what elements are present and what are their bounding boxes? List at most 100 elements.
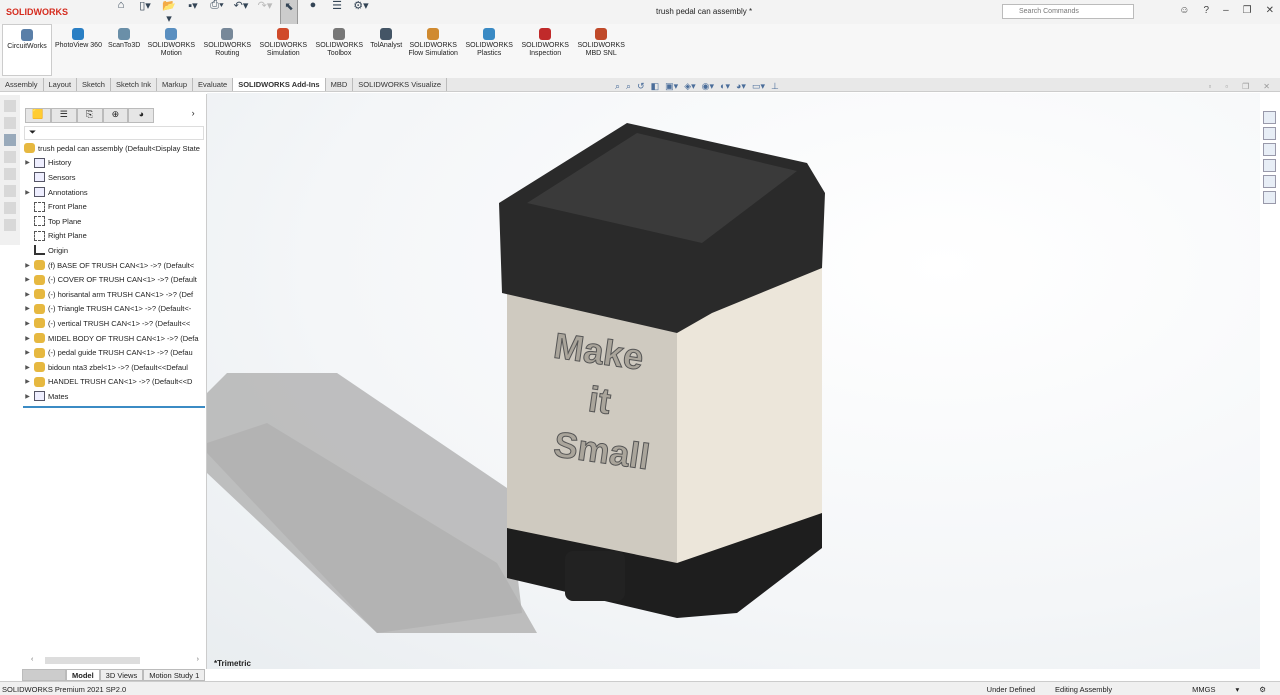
- close-button[interactable]: ✕: [1266, 5, 1274, 16]
- appearances-icon[interactable]: [1263, 175, 1276, 188]
- graphics-area[interactable]: Make it Small: [207, 93, 1260, 669]
- tab-scroll[interactable]: [22, 669, 66, 681]
- horizontal-scrollbar[interactable]: ‹ ›: [31, 656, 201, 664]
- tree-item[interactable]: ▶ MIDEL BODY OF TRUSH CAN<1> ->? (Defa: [21, 331, 206, 346]
- display-settings-icon[interactable]: ▭▾: [752, 81, 765, 92]
- tree-item[interactable]: ▶ (-) horisantal arm TRUSH CAN<1> ->? (De…: [21, 287, 206, 302]
- tree-item[interactable]: ▶ bidoun nta3 zbel<1> ->? (Default<<Defau…: [21, 360, 206, 375]
- user-icon[interactable]: ☺: [1179, 5, 1189, 16]
- expand-arrow-icon[interactable]: ▶: [21, 349, 34, 356]
- tree-item[interactable]: ▶ (-) pedal guide TRUSH CAN<1> ->? (Defau: [21, 345, 206, 360]
- tool-icon[interactable]: [4, 202, 16, 214]
- expand-arrow-icon[interactable]: ▶: [21, 378, 34, 385]
- ribbon-button[interactable]: SOLIDWORKS Flow Simulation: [405, 24, 461, 76]
- tool-icon[interactable]: [4, 117, 16, 129]
- home-icon[interactable]: ⌂: [112, 0, 130, 25]
- tree-item[interactable]: ▶ Mates: [21, 389, 206, 404]
- tab-mbd[interactable]: MBD: [326, 78, 354, 91]
- property-manager-tab[interactable]: ☰: [50, 108, 77, 123]
- solidworks-logo[interactable]: SOLIDWORKS: [0, 7, 90, 17]
- tool-icon[interactable]: [4, 219, 16, 231]
- previous-view-icon[interactable]: ↺: [637, 81, 645, 92]
- search-commands-input[interactable]: Search Commands: [1002, 4, 1134, 19]
- ribbon-button[interactable]: SOLIDWORKS Motion: [143, 24, 199, 76]
- minimize-button[interactable]: –: [1223, 5, 1229, 16]
- annotation-tool-icon[interactable]: [4, 134, 16, 146]
- units-dropdown-icon[interactable]: ▾: [1236, 685, 1240, 694]
- expand-arrow-icon[interactable]: ▶: [21, 393, 34, 400]
- view-settings-icon[interactable]: ⊥: [771, 81, 779, 92]
- custom-properties-icon[interactable]: [1263, 191, 1276, 204]
- undo-icon[interactable]: ↶▾: [232, 0, 250, 25]
- viewport-close-icon[interactable]: ✕: [1263, 82, 1270, 91]
- expand-arrow-icon[interactable]: ▶: [21, 159, 34, 166]
- tree-item[interactable]: ▶ History: [21, 156, 206, 171]
- tab-assembly[interactable]: Assembly: [0, 78, 44, 91]
- tab-layout[interactable]: Layout: [44, 78, 78, 91]
- tab-sketch-ink[interactable]: Sketch Ink: [111, 78, 158, 91]
- dimxpert-tab[interactable]: ⊕: [102, 108, 129, 123]
- viewport-maximize-icon[interactable]: ❐: [1242, 82, 1249, 91]
- design-library-icon[interactable]: [1263, 127, 1276, 140]
- tab-model[interactable]: Model: [66, 669, 100, 681]
- tree-item[interactable]: ▶ (-) vertical TRUSH CAN<1> ->? (Default<…: [21, 316, 206, 331]
- ribbon-button[interactable]: SOLIDWORKS Simulation: [255, 24, 311, 76]
- tree-item[interactable]: Front Plane: [21, 199, 206, 214]
- viewport-restore-icon[interactable]: ▫: [1208, 82, 1211, 91]
- tree-item[interactable]: ▶ (-) COVER OF TRUSH CAN<1> ->? (Default: [21, 272, 206, 287]
- expand-tabs-icon[interactable]: ›: [180, 108, 206, 123]
- print-icon[interactable]: ⎙▾: [208, 0, 226, 25]
- redo-icon[interactable]: ↷▾: [256, 0, 274, 25]
- tab-3d-views[interactable]: 3D Views: [99, 669, 144, 681]
- file-explorer-icon[interactable]: [1263, 143, 1276, 156]
- rebuild-status-icon[interactable]: ⚙: [1259, 685, 1266, 694]
- expand-arrow-icon[interactable]: ▶: [21, 305, 34, 312]
- ribbon-button[interactable]: SOLIDWORKS Inspection: [517, 24, 573, 76]
- display-manager-tab[interactable]: ◕: [128, 108, 155, 123]
- new-icon[interactable]: ▯▾: [136, 0, 154, 25]
- tree-item[interactable]: trush pedal can assembly (Default<Displa…: [21, 141, 206, 156]
- dynamic-annotation-icon[interactable]: ▣▾: [665, 81, 678, 92]
- ribbon-button[interactable]: TolAnalyst: [367, 24, 405, 76]
- tool-icon[interactable]: [4, 185, 16, 197]
- expand-arrow-icon[interactable]: ▶: [21, 262, 34, 269]
- ribbon-button[interactable]: SOLIDWORKS Plastics: [461, 24, 517, 76]
- expand-arrow-icon[interactable]: ▶: [21, 291, 34, 298]
- hide-show-icon[interactable]: ◐▾: [720, 81, 730, 92]
- tab-solidworks-visualize[interactable]: SOLIDWORKS Visualize: [353, 78, 448, 91]
- ribbon-button[interactable]: SOLIDWORKS MBD SNL: [573, 24, 629, 76]
- tool-icon[interactable]: [4, 100, 16, 112]
- tree-item[interactable]: Sensors: [21, 170, 206, 185]
- units-selector[interactable]: MMGS: [1192, 685, 1215, 694]
- file-properties-icon[interactable]: ☰: [328, 0, 346, 25]
- rebuild-icon[interactable]: ●: [304, 0, 322, 25]
- section-view-icon[interactable]: ◧: [651, 81, 660, 92]
- options-icon[interactable]: ⚙▾: [352, 0, 370, 25]
- home-icon[interactable]: [1263, 111, 1276, 124]
- feature-manager-tab[interactable]: 🟨: [25, 108, 51, 123]
- tree-item[interactable]: ▶ Annotations: [21, 185, 206, 200]
- ribbon-button[interactable]: ScanTo3D: [105, 24, 143, 76]
- expand-arrow-icon[interactable]: ▶: [21, 276, 34, 283]
- expand-arrow-icon[interactable]: ▶: [21, 320, 34, 327]
- tab-motion-study[interactable]: Motion Study 1: [143, 669, 206, 681]
- tree-item[interactable]: Top Plane: [21, 214, 206, 229]
- tree-item[interactable]: Right Plane: [21, 229, 206, 244]
- save-icon[interactable]: ▪▾: [184, 0, 202, 25]
- tab-solidworks-add-ins[interactable]: SOLIDWORKS Add-Ins: [233, 78, 326, 91]
- expand-arrow-icon[interactable]: ▶: [21, 189, 34, 196]
- viewport-tile-icon[interactable]: ▫: [1225, 82, 1228, 91]
- ribbon-button[interactable]: SOLIDWORKS Toolbox: [311, 24, 367, 76]
- rollback-bar[interactable]: [23, 406, 205, 408]
- ribbon-button[interactable]: CircuitWorks: [2, 24, 52, 76]
- restore-button[interactable]: ❐: [1243, 5, 1252, 16]
- open-icon[interactable]: 📂▾: [160, 0, 178, 25]
- view-palette-icon[interactable]: [1263, 159, 1276, 172]
- zoom-to-fit-icon[interactable]: ⌕: [615, 81, 620, 92]
- zoom-area-icon[interactable]: ⌕: [626, 81, 631, 92]
- tool-icon[interactable]: [4, 151, 16, 163]
- filter-icon[interactable]: ⏷: [24, 126, 204, 140]
- expand-arrow-icon[interactable]: ▶: [21, 335, 34, 342]
- configuration-manager-tab[interactable]: ⎘: [76, 108, 103, 123]
- tab-evaluate[interactable]: Evaluate: [193, 78, 234, 91]
